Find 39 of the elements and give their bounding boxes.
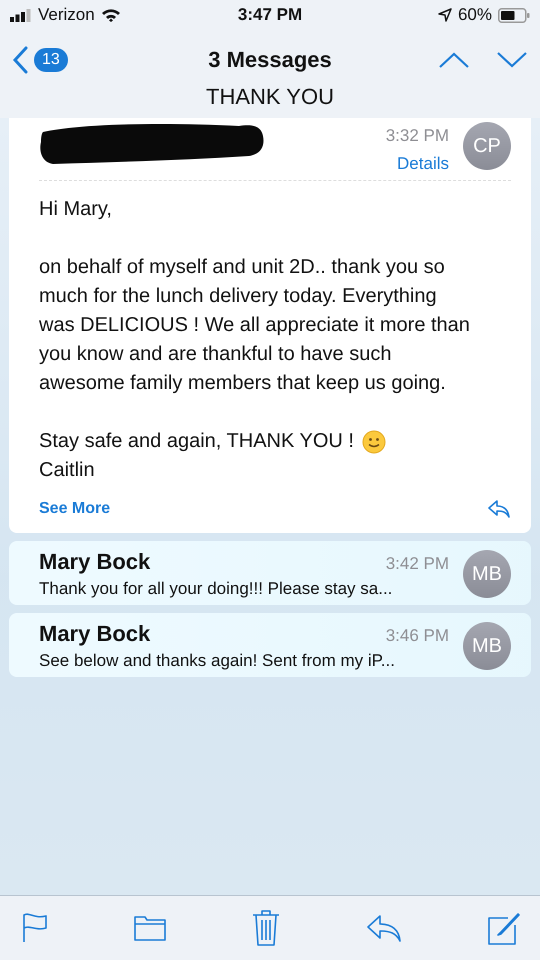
wifi-icon: [100, 8, 121, 22]
trash-icon[interactable]: [252, 910, 280, 946]
sender-avatar: CP: [463, 122, 511, 170]
message-summary-card[interactable]: Mary Bock 3:42 PM Thank you for all your doing!!! Please stay sa... MB: [9, 541, 531, 605]
location-arrow-icon: [438, 8, 452, 22]
message-time: 3:32 PM: [386, 126, 449, 146]
carrier-name: Verizon: [38, 5, 95, 25]
unread-count-badge: 13: [34, 48, 68, 72]
signal-icon: [10, 8, 32, 22]
smiley-icon: [362, 430, 386, 454]
message-preview: See below and thanks again! Sent from my iP...: [39, 651, 396, 671]
clock-time: 3:47 PM: [238, 5, 302, 25]
back-button[interactable]: 13: [12, 46, 68, 74]
thread-title: 3 Messages: [207, 47, 333, 73]
signature-text: Caitlin: [39, 458, 96, 483]
thread-subject: THANK YOU: [206, 84, 334, 109]
closing-text: Stay safe and again, THANK YOU !: [39, 429, 354, 454]
reply-icon[interactable]: [366, 914, 402, 942]
see-more-link[interactable]: See More: [39, 500, 110, 518]
back-chevron-icon: [12, 46, 28, 74]
message-preview: Thank you for all your doing!!! Please stay sa...: [39, 579, 394, 599]
sender-name: Mary Bock: [39, 621, 150, 647]
flag-icon[interactable]: [22, 913, 48, 943]
details-link[interactable]: Details: [397, 154, 449, 174]
next-message-button[interactable]: [496, 51, 528, 69]
battery-percent: 60%: [458, 5, 492, 25]
message-time: 3:42 PM: [386, 554, 449, 574]
reply-icon[interactable]: [487, 499, 511, 519]
battery-icon: [498, 8, 530, 22]
message-time: 3:46 PM: [386, 626, 449, 646]
greeting-text: Hi Mary,: [39, 197, 113, 222]
sender-avatar: MB: [463, 622, 511, 670]
message-paragraph: on behalf of myself and unit 2D.. thank you so much for the lunch delivery today. Everything was DELICIOUS ! We all appreciate it more than you know and are thankful to have such awesome family members that keep us going.: [39, 255, 471, 396]
message-summary-card[interactable]: Mary Bock 3:46 PM See below and thanks again! Sent from my iP... MB: [9, 613, 531, 677]
compose-icon[interactable]: [488, 911, 520, 945]
sender-avatar: MB: [463, 550, 511, 598]
folder-icon[interactable]: [134, 914, 166, 942]
previous-message-button[interactable]: [438, 51, 470, 69]
sender-name: Mary Bock: [39, 549, 150, 575]
